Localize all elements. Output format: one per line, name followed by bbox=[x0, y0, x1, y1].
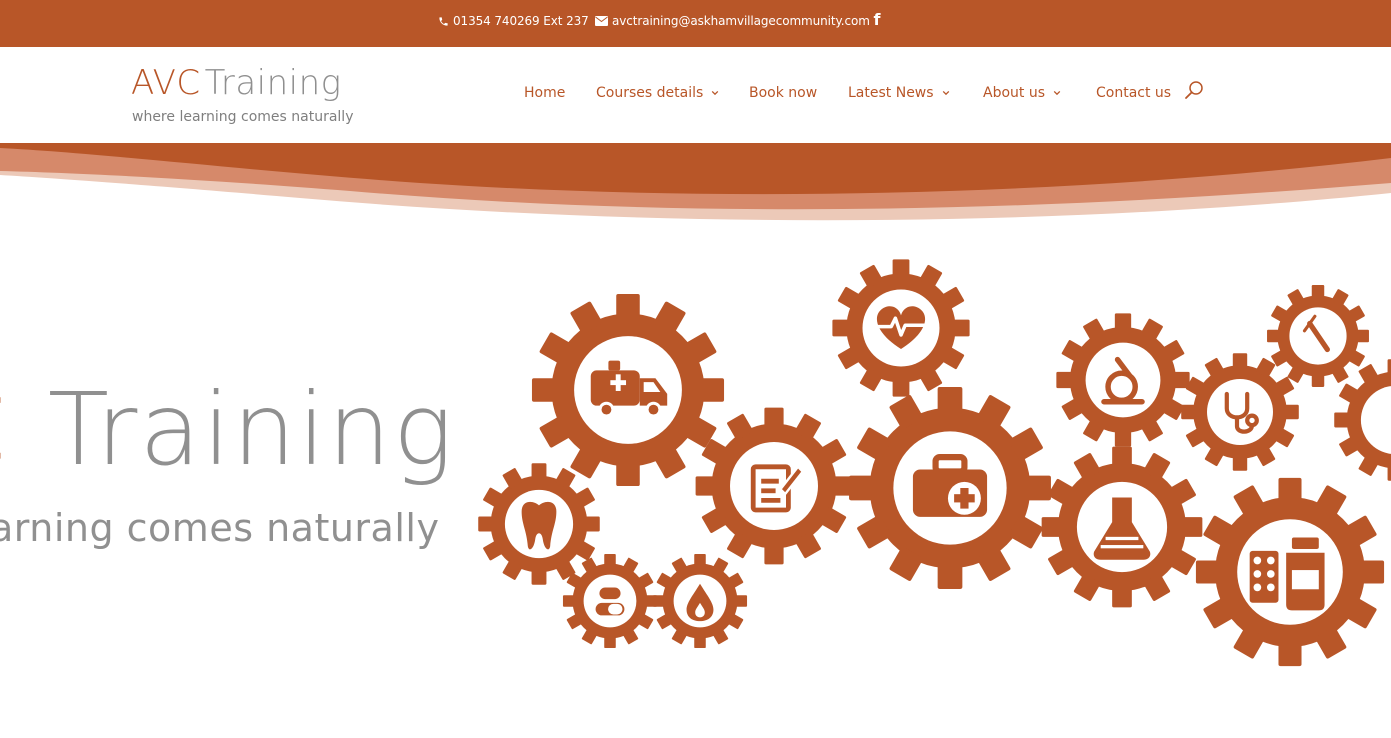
microscope-gear bbox=[1056, 313, 1190, 447]
search-button[interactable] bbox=[1184, 80, 1206, 102]
flask-gear bbox=[1041, 446, 1203, 608]
pill-gear bbox=[562, 553, 658, 649]
nav-book-now[interactable]: Book now bbox=[749, 85, 817, 101]
email-address: avctraining@askhamvillagecommunity.com bbox=[612, 14, 870, 28]
syringe-gear bbox=[1267, 285, 1369, 387]
nav-contact-us-label: Contact us bbox=[1096, 85, 1172, 101]
phone-contact[interactable]: 01354 740269 Ext 237 bbox=[438, 14, 589, 28]
hero-title: CTraining bbox=[0, 375, 455, 485]
facebook-icon[interactable]: f bbox=[870, 10, 884, 30]
nav-home-label: Home bbox=[524, 85, 566, 101]
nav-home[interactable]: Home bbox=[524, 85, 565, 101]
hero-tagline: arning comes naturally bbox=[0, 506, 440, 550]
chevron-down-icon bbox=[712, 90, 719, 96]
nav-about-us-label: About us bbox=[983, 85, 1046, 101]
top-bar: 01354 740269 Ext 237 avctraining@askhamv… bbox=[0, 0, 1391, 47]
stethoscope-gear bbox=[1181, 353, 1299, 471]
phone-number: 01354 740269 Ext 237 bbox=[453, 14, 589, 28]
phone-icon bbox=[439, 16, 448, 26]
heartbeat-gear bbox=[832, 259, 970, 397]
chevron-down-icon bbox=[942, 90, 949, 96]
nav-courses-details-label: Courses details bbox=[596, 85, 704, 101]
hero-title-training: Training bbox=[47, 371, 455, 488]
medicine-bottle-gear bbox=[1195, 477, 1385, 667]
nav-contact-us[interactable]: Contact us bbox=[1096, 85, 1171, 101]
email-contact[interactable]: avctraining@askhamvillagecommunity.com bbox=[595, 14, 870, 28]
search-icon bbox=[1185, 81, 1203, 99]
site-header: AVC Training where learning comes natural… bbox=[0, 47, 1391, 143]
drop-gear bbox=[652, 553, 748, 649]
envelope-icon bbox=[595, 16, 608, 26]
medical-gears-illustration bbox=[478, 259, 1391, 667]
nav-latest-news[interactable]: Latest News bbox=[848, 85, 950, 101]
nav-book-now-label: Book now bbox=[749, 85, 818, 101]
chevron-down-icon bbox=[1053, 90, 1061, 96]
header-wave-divider bbox=[0, 143, 1391, 221]
medical-bag-gear bbox=[849, 387, 1051, 589]
logo-tagline: where learning comes naturally bbox=[132, 109, 354, 125]
nav-about-us[interactable]: About us bbox=[983, 85, 1061, 101]
tooth-gear bbox=[478, 463, 600, 585]
nav-courses-details[interactable]: Courses details bbox=[596, 85, 719, 101]
ambulance-gear bbox=[531, 293, 725, 487]
nav-latest-news-label: Latest News bbox=[848, 85, 934, 101]
hero-title-c: C bbox=[0, 371, 8, 488]
clipboard-gear bbox=[695, 407, 853, 565]
main-nav: Home Courses details Book now Latest New… bbox=[0, 85, 1391, 109]
